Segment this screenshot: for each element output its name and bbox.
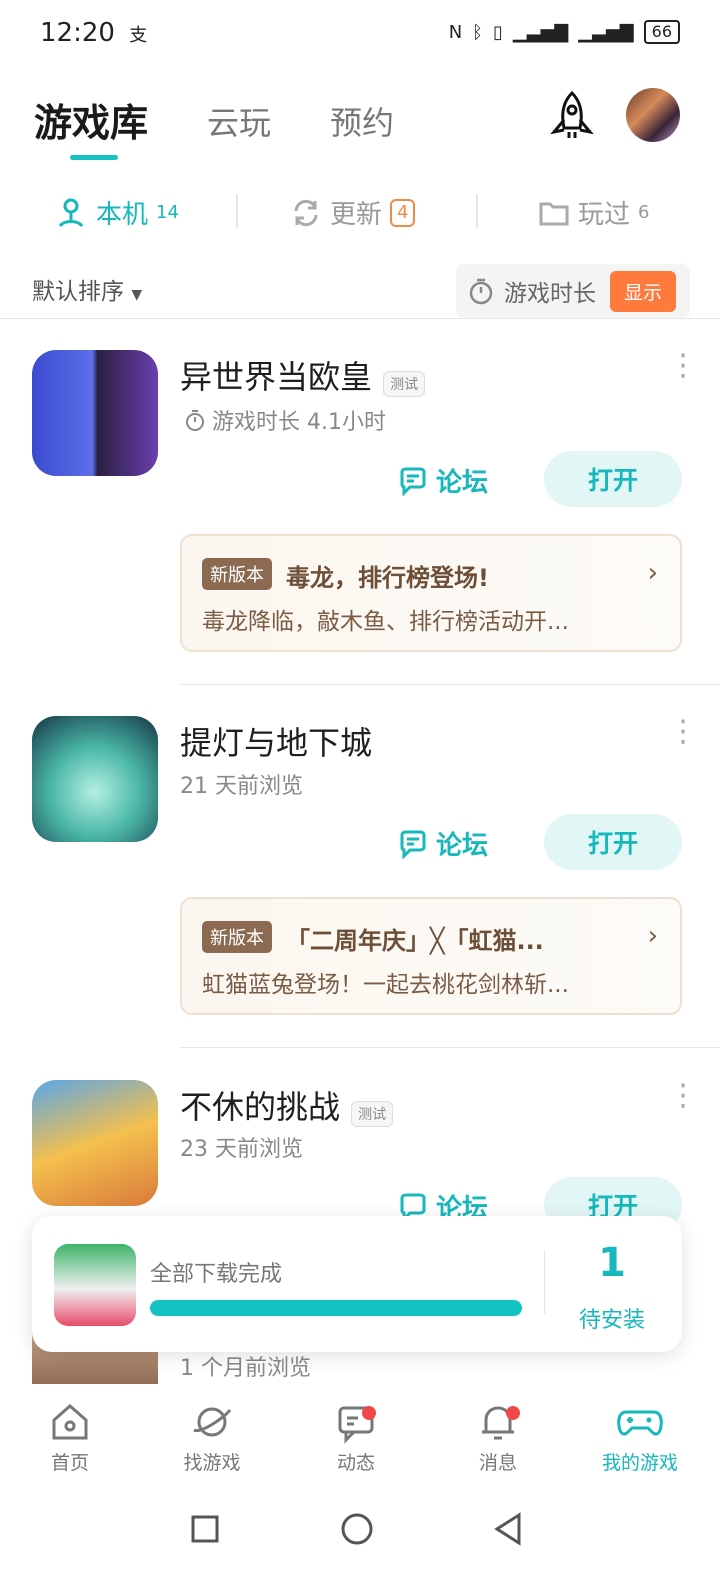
forum-button[interactable]: 论坛 <box>398 462 488 499</box>
timer-icon <box>186 410 204 431</box>
news-body: 毒龙降临，敲木鱼、排行榜活动开... <box>202 609 569 635</box>
sort-dropdown[interactable]: 默认排序 ▼ <box>32 272 142 306</box>
tab-game-library[interactable]: 游戏库 <box>34 92 148 147</box>
chat-bubble-icon <box>400 830 426 859</box>
subtab-separator <box>476 194 478 228</box>
chat-bubble-icon <box>400 467 426 496</box>
news-card[interactable]: 新版本 「二周年庆」╳「虹猫... › 虹猫蓝兔登场！一起去桃花剑林斩... <box>180 897 682 1015</box>
caret-down-icon: ▼ <box>131 287 143 303</box>
system-nav-bar <box>0 1494 720 1583</box>
game-name[interactable]: 提灯与地下城 <box>180 724 372 762</box>
new-version-tag: 新版本 <box>202 558 272 590</box>
play-time: 游戏时长 4.1小时 <box>184 404 386 436</box>
more-options-icon[interactable]: ⋮ <box>668 717 698 747</box>
divider <box>180 684 720 685</box>
signal-icon: ▁▃▅▇ <box>512 21 569 43</box>
recent-apps-icon[interactable] <box>190 1514 220 1544</box>
downloaded-game-icon <box>54 1244 136 1326</box>
update-count-badge: 4 <box>390 198 416 227</box>
last-viewed: 23 天前浏览 <box>180 1137 303 1162</box>
divider <box>0 318 720 319</box>
battery-indicator: 66 <box>643 20 680 44</box>
nav-home[interactable]: 首页 <box>10 1400 130 1475</box>
subtab-played[interactable]: 玩过 6 <box>538 194 649 231</box>
game-title-row: 不休的挑战 测试 <box>180 1082 394 1128</box>
game-title-row: 提灯与地下城 <box>180 718 372 764</box>
last-viewed: 21 天前浏览 <box>180 774 303 799</box>
signal-icon-2: ▁▃▅▇ <box>578 21 634 43</box>
subtab-local[interactable]: 本机 14 <box>54 194 179 231</box>
more-options-icon[interactable]: ⋮ <box>668 351 698 381</box>
chevron-right-icon: › <box>647 921 658 951</box>
status-icons: N ᛒ ▯ ▁▃▅▇ ▁▃▅▇ 66 <box>449 20 680 44</box>
download-progress-bar <box>150 1300 522 1316</box>
nav-find-games[interactable]: 找游戏 <box>152 1400 272 1475</box>
tab-reservation[interactable]: 预约 <box>330 98 394 144</box>
divider <box>180 1047 720 1048</box>
download-status-card[interactable]: 全部下载完成 1 待安装 <box>32 1216 682 1352</box>
subtab-update[interactable]: 更新 4 <box>290 194 416 231</box>
local-device-icon <box>58 198 84 227</box>
game-icon-tideng[interactable] <box>32 716 158 842</box>
user-avatar[interactable] <box>626 88 680 142</box>
home-circle-icon[interactable] <box>340 1512 374 1546</box>
news-title: 「二周年庆」╳「虹猫... <box>286 927 544 955</box>
pending-install-label[interactable]: 待安装 <box>572 1302 652 1334</box>
subtab-separator <box>236 194 238 228</box>
forum-button[interactable]: 论坛 <box>398 825 488 862</box>
divider <box>544 1250 545 1314</box>
status-time: 12:20 支 <box>40 18 148 48</box>
bluetooth-icon: ᛒ <box>472 21 483 43</box>
tab-cloud-play[interactable]: 云玩 <box>207 98 271 144</box>
nfc-icon: N <box>448 21 463 43</box>
last-viewed: 1 个月前浏览 <box>180 1356 311 1381</box>
show-time-button[interactable]: 显示 <box>609 270 676 312</box>
news-card[interactable]: 新版本 毒龙，排行榜登场! › 毒龙降临，敲木鱼、排行榜活动开... <box>180 534 682 652</box>
new-version-tag: 新版本 <box>202 921 272 953</box>
more-options-icon[interactable]: ⋮ <box>668 1081 698 1111</box>
rocket-icon[interactable] <box>548 90 596 142</box>
game-title-row: 异世界当欧皇 测试 <box>180 352 426 398</box>
nav-feed[interactable]: 动态 <box>296 1400 416 1475</box>
timer-icon <box>469 278 493 305</box>
bottom-nav: 首页 找游戏 动态 消息 我的游戏 <box>0 1384 720 1494</box>
test-tag: 测试 <box>383 370 426 397</box>
folder-icon <box>539 202 569 225</box>
open-game-button[interactable]: 打开 <box>544 814 682 870</box>
vibrate-icon: ▯ <box>492 21 503 43</box>
alipay-icon: 支 <box>129 25 148 46</box>
game-name[interactable]: 不休的挑战 <box>180 1088 340 1126</box>
download-status-text: 全部下载完成 <box>150 1262 283 1287</box>
notification-dot <box>362 1406 376 1420</box>
test-tag: 测试 <box>351 1100 394 1127</box>
home-icon <box>52 1404 88 1440</box>
pending-install-count: 1 <box>598 1240 626 1286</box>
news-body: 虹猫蓝兔登场！一起去桃花剑林斩... <box>202 972 569 998</box>
active-tab-indicator <box>70 155 118 160</box>
gamepad-icon <box>617 1410 663 1436</box>
chevron-right-icon: › <box>647 558 658 588</box>
game-icon-buxiu[interactable] <box>32 1080 158 1206</box>
back-triangle-icon[interactable] <box>492 1512 524 1546</box>
game-name[interactable]: 异世界当欧皇 <box>180 358 372 396</box>
game-icon-yishijie[interactable] <box>32 350 158 476</box>
play-time-toggle[interactable]: 游戏时长 显示 <box>456 264 690 318</box>
notification-dot <box>506 1406 520 1420</box>
nav-messages[interactable]: 消息 <box>438 1400 558 1475</box>
refresh-icon <box>294 199 318 226</box>
planet-icon <box>193 1407 232 1437</box>
news-title: 毒龙，排行榜登场! <box>286 564 489 592</box>
open-game-button[interactable]: 打开 <box>544 451 682 507</box>
nav-my-games[interactable]: 我的游戏 <box>580 1400 700 1475</box>
